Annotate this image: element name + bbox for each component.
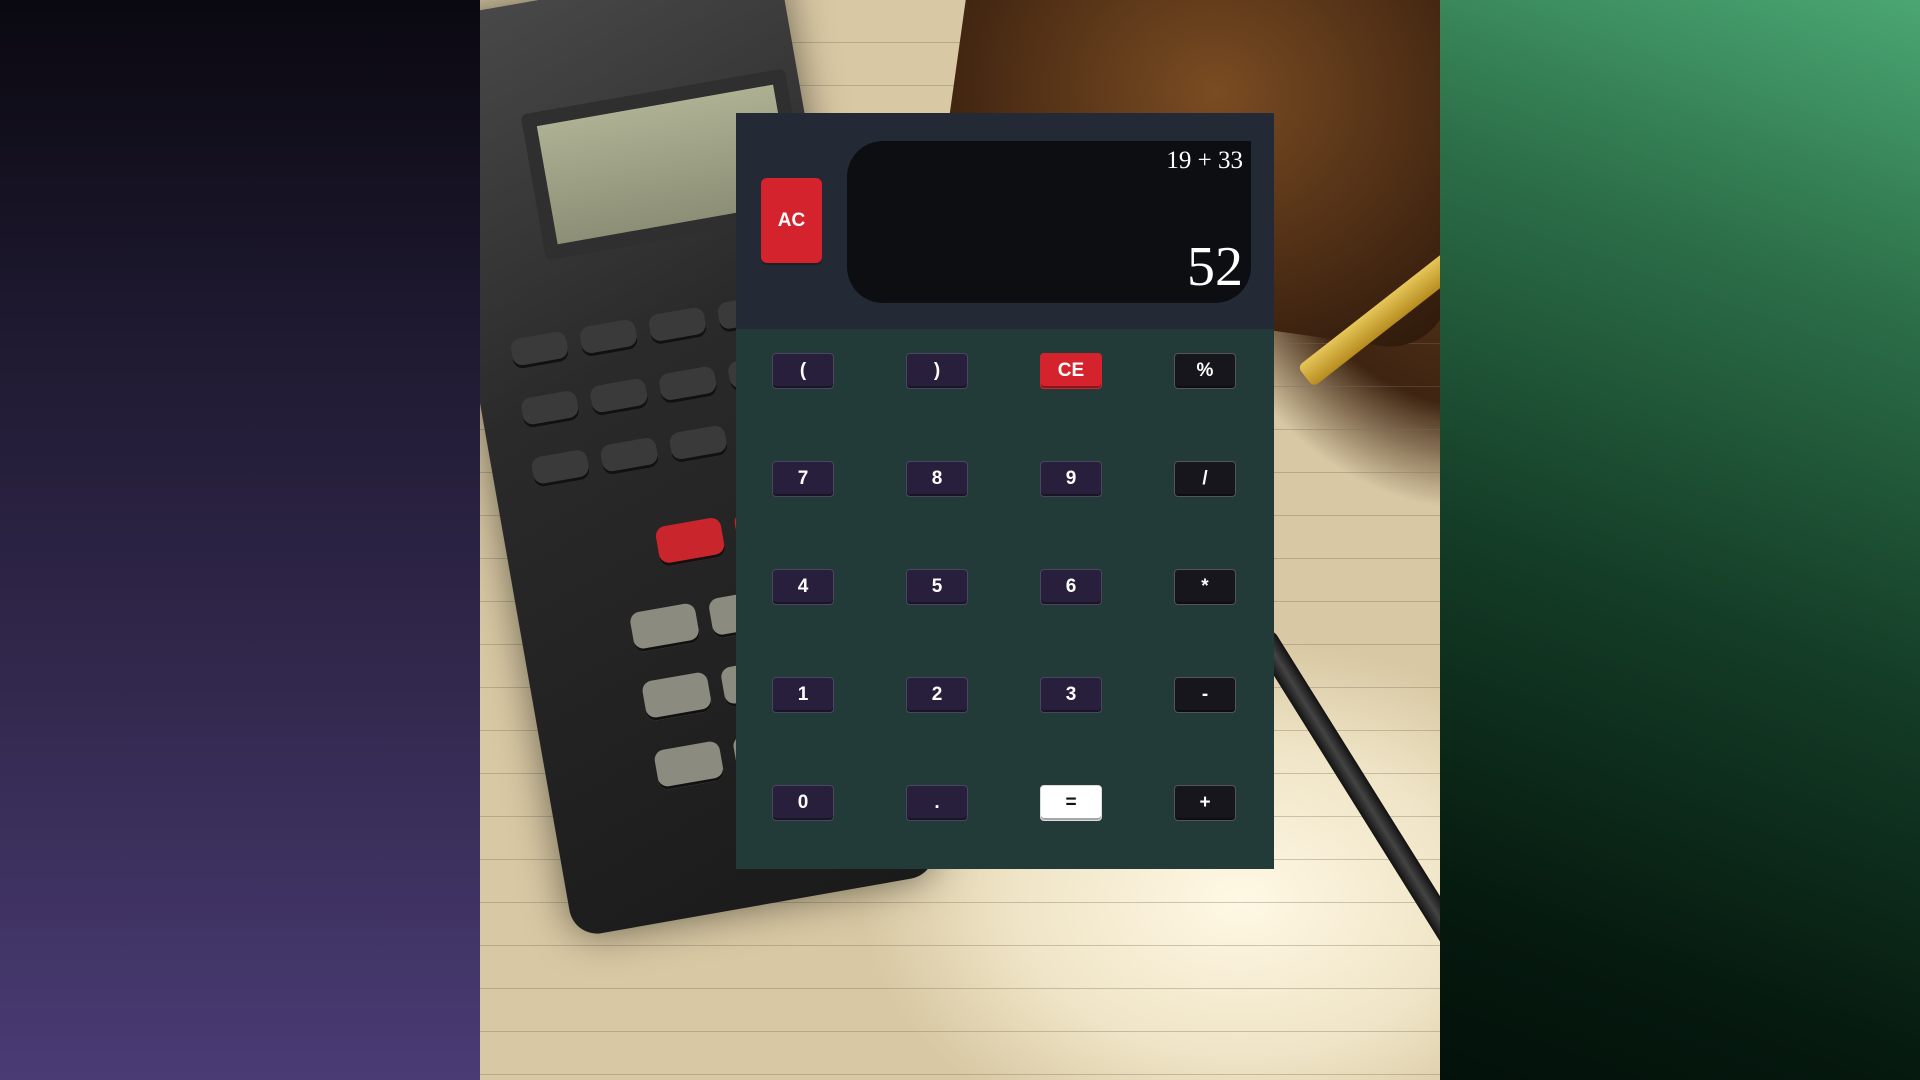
- subtract-key[interactable]: -: [1174, 677, 1236, 713]
- calculator-display: 19 + 33 52: [847, 141, 1251, 303]
- digit-0-key[interactable]: 0: [772, 785, 834, 821]
- photo-key: [509, 330, 570, 370]
- clear-entry-key[interactable]: CE: [1040, 353, 1102, 389]
- divide-key[interactable]: /: [1174, 461, 1236, 497]
- digit-6-key[interactable]: 6: [1040, 569, 1102, 605]
- digit-4-key[interactable]: 4: [772, 569, 834, 605]
- all-clear-button[interactable]: AC: [761, 178, 822, 263]
- digit-3-key[interactable]: 3: [1040, 677, 1102, 713]
- photo-key: [657, 365, 719, 405]
- multiply-key[interactable]: *: [1174, 569, 1236, 605]
- digit-9-key[interactable]: 9: [1040, 461, 1102, 497]
- photo-key: [530, 448, 591, 488]
- result-text: 52: [1187, 236, 1243, 298]
- calculator: AC 19 + 33 52 ( ) CE % 7 8 9 / 4 5 6 * 1…: [736, 113, 1274, 869]
- photo-key: [628, 602, 701, 653]
- add-key[interactable]: +: [1174, 785, 1236, 821]
- digit-5-key[interactable]: 5: [906, 569, 968, 605]
- close-paren-key[interactable]: ): [906, 353, 968, 389]
- photo-del-key: [654, 516, 727, 568]
- calculator-header: AC 19 + 33 52: [736, 113, 1274, 329]
- equals-key[interactable]: =: [1040, 785, 1102, 821]
- photo-key: [653, 740, 726, 791]
- digit-8-key[interactable]: 8: [906, 461, 968, 497]
- open-paren-key[interactable]: (: [772, 353, 834, 389]
- photo-key: [668, 424, 729, 464]
- photo-key: [578, 318, 639, 358]
- left-gradient-panel: [0, 0, 480, 1080]
- photo-key: [647, 306, 708, 346]
- photo-key: [599, 436, 660, 476]
- photo-key: [519, 389, 581, 429]
- digit-1-key[interactable]: 1: [772, 677, 834, 713]
- right-gradient-panel: [1440, 0, 1920, 1080]
- photo-key: [640, 671, 713, 722]
- percent-key[interactable]: %: [1174, 353, 1236, 389]
- expression-text: 19 + 33: [1166, 147, 1243, 174]
- photo-key: [588, 377, 650, 417]
- digit-7-key[interactable]: 7: [772, 461, 834, 497]
- decimal-point-key[interactable]: .: [906, 785, 968, 821]
- digit-2-key[interactable]: 2: [906, 677, 968, 713]
